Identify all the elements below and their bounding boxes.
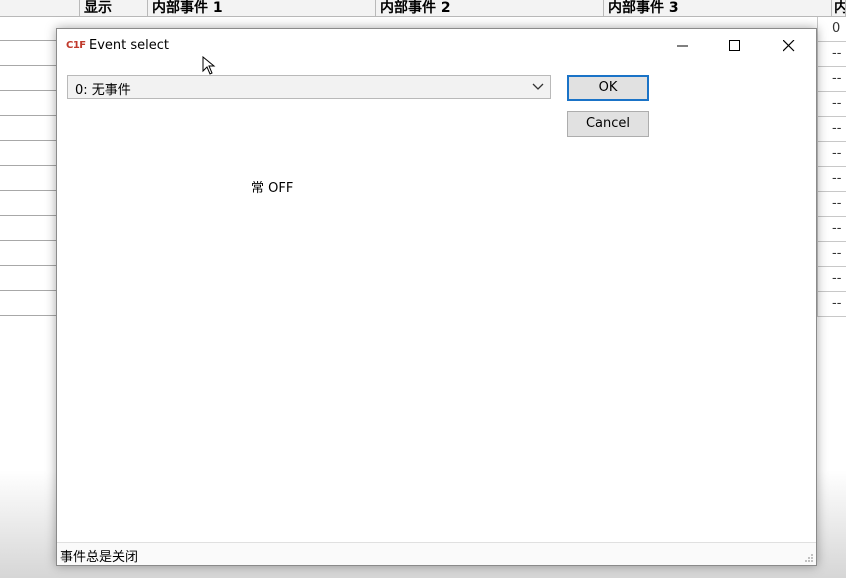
bg-row — [0, 67, 56, 91]
bg-cell: -- — [817, 217, 846, 242]
event-select-dialog: C1F Event select 0: 无事件 OK Cancel 常 OFF … — [56, 28, 817, 566]
bg-cell: -- — [817, 267, 846, 292]
bg-header-blank — [0, 0, 80, 17]
maximize-icon — [729, 40, 740, 51]
title-bar[interactable]: C1F Event select — [57, 29, 816, 63]
bg-row — [0, 17, 56, 41]
event-dropdown[interactable]: 0: 无事件 — [67, 75, 551, 99]
bg-cell: -- — [817, 117, 846, 142]
bg-header-event1: 内部事件 1 — [148, 0, 376, 17]
bg-row — [0, 117, 56, 141]
bg-header-event4: 内 — [832, 0, 846, 17]
dialog-title: Event select — [89, 38, 169, 53]
app-icon: C1F — [66, 40, 86, 51]
bg-cell: -- — [817, 242, 846, 267]
minimize-button[interactable] — [660, 29, 706, 63]
bg-cell: -- — [817, 42, 846, 67]
bg-row — [0, 167, 56, 191]
bg-row — [0, 142, 56, 166]
bg-cell: 0 — [817, 17, 846, 42]
bg-header-event3: 内部事件 3 — [604, 0, 832, 17]
status-text: 事件总是关闭 — [60, 550, 139, 565]
bg-row — [0, 292, 56, 316]
bg-row — [0, 192, 56, 216]
bg-cell: -- — [817, 292, 846, 317]
resize-grip-icon[interactable] — [804, 553, 814, 563]
status-bar: 事件总是关闭 — [57, 542, 816, 565]
minimize-icon — [677, 45, 688, 47]
bg-header-event2: 内部事件 2 — [376, 0, 604, 17]
bg-cell: -- — [817, 192, 846, 217]
cancel-button[interactable]: Cancel — [567, 111, 649, 137]
bg-cell: -- — [817, 67, 846, 92]
mouse-cursor-icon — [202, 56, 216, 75]
bg-cell: -- — [817, 167, 846, 192]
chevron-down-icon — [532, 83, 544, 90]
bg-row — [0, 42, 56, 66]
bg-cell: -- — [817, 142, 846, 167]
bg-row — [0, 242, 56, 266]
close-icon — [783, 40, 795, 52]
bg-row — [0, 92, 56, 116]
ok-button[interactable]: OK — [567, 75, 649, 101]
close-button[interactable] — [766, 29, 812, 63]
maximize-button[interactable] — [712, 29, 758, 63]
bg-row — [0, 217, 56, 241]
bg-row — [0, 267, 56, 291]
bg-header-display: 显示 — [80, 0, 148, 17]
bg-cell: -- — [817, 92, 846, 117]
event-dropdown-value: 0: 无事件 — [75, 83, 131, 98]
event-state-label: 常 OFF — [251, 181, 294, 196]
